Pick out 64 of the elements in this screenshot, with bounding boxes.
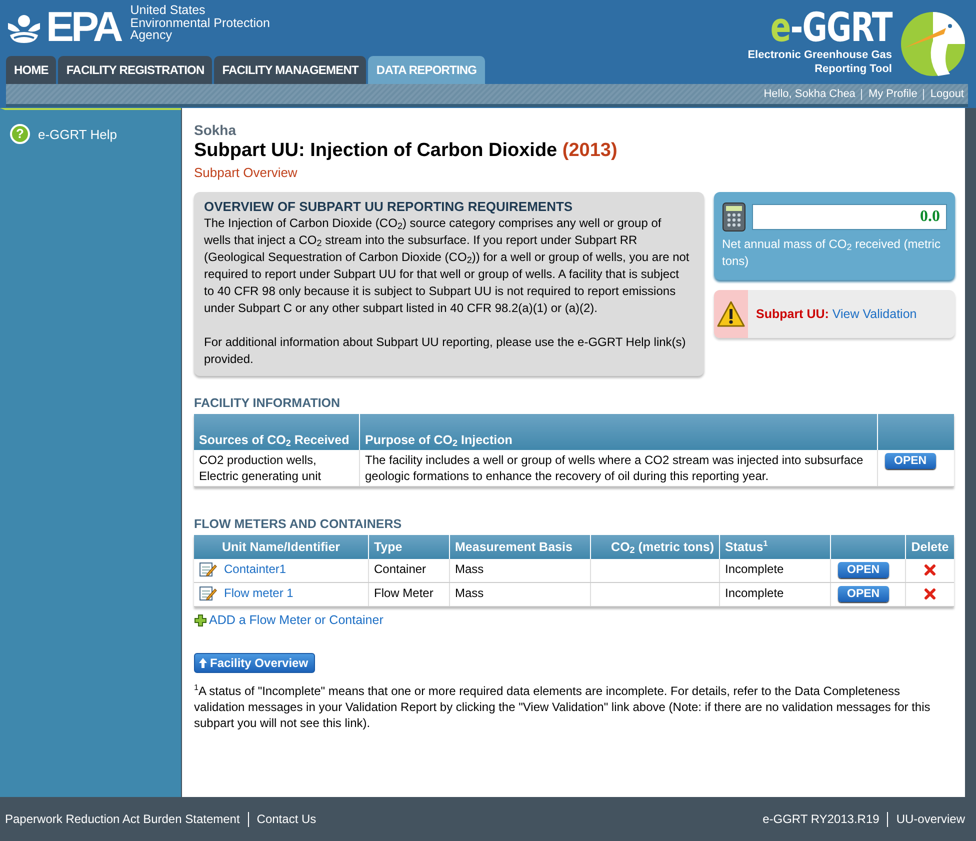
table-cell: Incomplete	[720, 559, 830, 582]
nav-tab[interactable]: HOME	[6, 56, 56, 84]
edit-icon[interactable]	[199, 585, 217, 601]
nav-tab[interactable]: FACILITY REGISTRATION	[58, 56, 212, 84]
unit-link[interactable]: Containter1	[224, 561, 286, 577]
agency-name: United States	[130, 4, 206, 17]
column-header: Status$^{1}$	[720, 535, 830, 559]
table-cell: Flow Meter	[368, 582, 450, 606]
footer-link[interactable]: Paperwork Reduction Act Burden Statement	[5, 812, 240, 826]
plus-icon	[194, 614, 207, 626]
agency-name: Agency	[130, 29, 173, 42]
footer-link[interactable]: Contact Us	[256, 812, 316, 826]
nav-tab[interactable]: FACILITY MANAGEMENT	[214, 56, 366, 84]
column-header: Measurement Basis	[450, 535, 590, 559]
section-heading: FACILITY INFORMATION	[194, 396, 342, 410]
open-button[interactable]: OPEN	[838, 562, 889, 578]
nav-tab[interactable]: DATA REPORTING	[368, 56, 485, 84]
facility-overview-button[interactable]: Facility Overview	[194, 653, 316, 673]
net-mass-label: Net annual mass of CO$_{2}$ received (metric tons)	[722, 236, 942, 270]
agency-name: Environmental Protection	[130, 16, 270, 30]
table-cell: The facility includes a well or group of wells where a CO2 stream was injected into subsurface geologic formations to enhance the recovery of oil during this reporting year.	[360, 450, 878, 486]
net-mass-value: 0.0	[752, 204, 947, 230]
validation-label: Subpart UU:	[756, 307, 829, 321]
column-header: Unit Name/Identifier	[194, 535, 368, 559]
section-heading: FLOW METERS AND CONTAINERS	[194, 517, 403, 531]
column-header: Delete	[906, 535, 954, 559]
column-header: Purpose of CO$_{2}$ Injection	[360, 414, 878, 450]
delete-icon[interactable]	[924, 588, 936, 600]
footnote: $^{1}$A status of "Incomplete" means that one or more required data elements are incomplete. For details, refer to the Data Completeness validation messages in your Validation Report by clicking the "View Validation" link above (Note: if there are no validation messages for this subpart you will not see this link).	[194, 683, 932, 731]
view-validation-link[interactable]: View Validation	[832, 307, 917, 321]
column-header: Type	[368, 535, 450, 559]
agency-logo-text: EPA	[46, 6, 120, 48]
app-subtitle: Reporting Tool	[814, 62, 892, 76]
column-header: CO$_{2}$ (metric tons)	[590, 535, 720, 559]
table-cell: Container	[368, 559, 450, 582]
page-subtitle: Subpart Overview	[194, 165, 298, 180]
open-button[interactable]: OPEN	[885, 453, 936, 469]
page-title: Subpart UU: Injection of Carbon Dioxide (2013)	[194, 140, 618, 162]
header-link[interactable]: Logout	[930, 88, 964, 100]
table-cell: Incomplete	[720, 582, 830, 606]
app-logo-text: e-GGRT	[770, 8, 892, 48]
add-link[interactable]: ADD a Flow Meter or Container	[194, 613, 955, 627]
footer-link[interactable]: e-GGRT RY2013.R19	[762, 812, 880, 826]
app-subtitle: Electronic Greenhouse Gas	[748, 48, 892, 62]
sidebar-link[interactable]: ? e-GGRT Help	[5, 124, 181, 144]
help-icon: ?	[10, 124, 30, 144]
arrow-up-icon	[198, 657, 208, 669]
facility-name: Sokha	[194, 122, 238, 138]
overview-paragraph: The Injection of Carbon Dioxide (CO$_{2}$) source category comprises any well or group of wells that inject a CO$_{2}$ stream into the subsurface. If you report under Subpart RR (Geological Sequestration of Carbon Dioxide (CO$_{2}$)) for a well or group of wells, you are not required to report under Subpart UU for that well or group of wells. A facility that is subject to 40 CFR 98 only because it is subject to Subpart UU is not required to report emissions under Subpart C or any other subpart listed in 40 CFR 98.2(a)(1) or (a)(2).	[204, 215, 690, 317]
panel-heading: OVERVIEW OF SUBPART UU REPORTING REQUIREMENTS	[204, 199, 574, 215]
table-cell: CO2 production wells, Electric generating unit	[194, 450, 360, 486]
greeting-text: Hello, Sokha Chea	[764, 88, 856, 100]
delete-icon[interactable]	[924, 564, 936, 576]
column-header: Sources of CO$_{2}$ Received	[194, 414, 360, 450]
table-cell: Mass	[450, 582, 590, 606]
unit-link[interactable]: Flow meter 1	[224, 585, 294, 601]
warning-icon	[717, 301, 745, 327]
edit-icon[interactable]	[199, 561, 217, 577]
calculator-icon	[722, 202, 746, 232]
footer-link[interactable]: UU-overview	[896, 812, 965, 826]
header-link[interactable]: My Profile	[868, 88, 918, 100]
open-button[interactable]: OPEN	[838, 586, 889, 602]
overview-paragraph: For additional information about Subpart UU reporting, please use the e-GGRT Help link(s) provided.	[204, 334, 687, 368]
table-cell: Mass	[450, 559, 590, 582]
